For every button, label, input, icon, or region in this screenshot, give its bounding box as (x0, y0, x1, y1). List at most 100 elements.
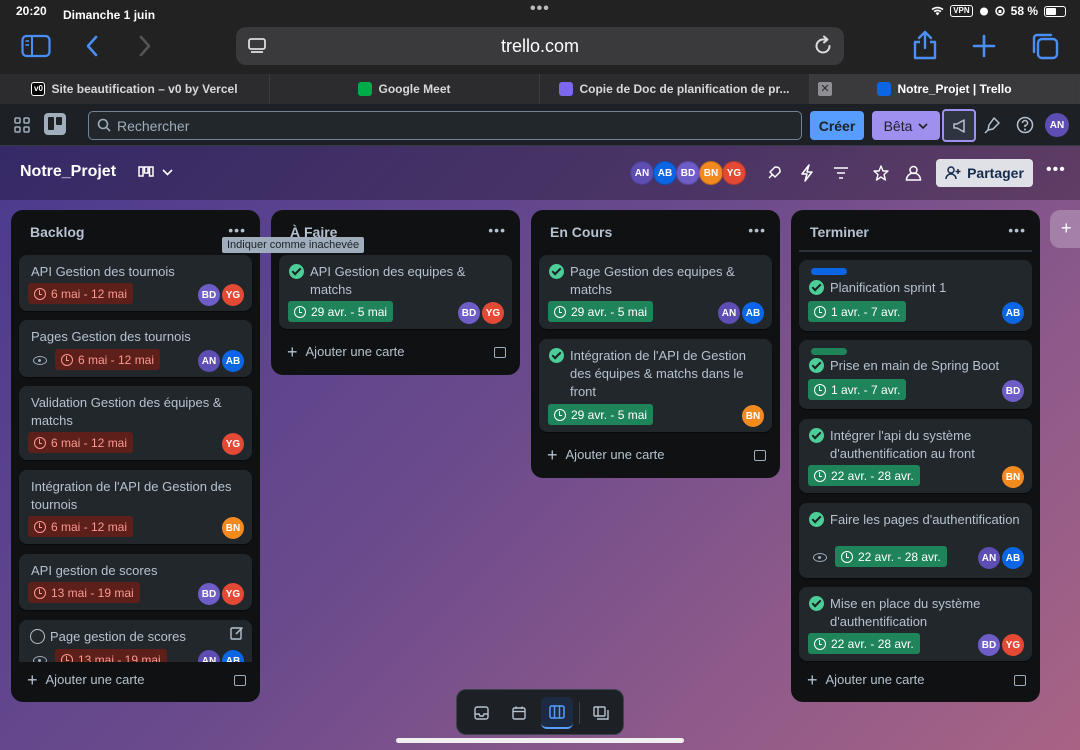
tab-overview-icon[interactable] (1031, 32, 1059, 60)
card[interactable]: API Gestion des equipes & matchs 29 avr.… (279, 255, 512, 329)
due-date-badge[interactable]: 6 mai - 12 mai (28, 516, 134, 537)
member-avatar[interactable]: BD (198, 284, 220, 306)
inbox-button[interactable] (465, 697, 497, 729)
chevron-down-icon[interactable] (162, 169, 173, 176)
due-date-badge[interactable]: 22 avr. - 28 avr. (808, 465, 920, 486)
member-avatar[interactable]: AB (742, 302, 764, 324)
complete-check-icon[interactable] (289, 264, 304, 279)
member-avatar[interactable]: BD (1002, 380, 1024, 402)
card[interactable]: Page Gestion des equipes & matchs 29 avr… (539, 255, 772, 329)
more-icon[interactable]: ••• (1008, 222, 1026, 238)
switch-boards-button[interactable] (585, 697, 617, 729)
member-avatar[interactable]: AB (1002, 302, 1024, 324)
more-icon[interactable]: ••• (228, 222, 246, 238)
member-avatar[interactable]: AN (198, 350, 220, 372)
card[interactable]: Pages Gestion des tournois 6 mai - 12 ma… (19, 320, 252, 377)
member-avatar[interactable]: BN (1002, 466, 1024, 488)
board-view-icon[interactable] (138, 166, 154, 178)
member-avatar[interactable]: YG (1002, 634, 1024, 656)
visibility-icon[interactable] (905, 165, 922, 181)
power-up-icon[interactable] (766, 165, 782, 181)
complete-check-icon[interactable] (549, 264, 564, 279)
member-avatar[interactable]: BN (222, 517, 244, 539)
complete-check-icon[interactable] (809, 358, 824, 373)
due-date-badge[interactable]: 29 avr. - 5 mai (548, 404, 654, 425)
member-avatar[interactable]: BN (742, 405, 764, 427)
multitasking-dots[interactable]: ••• (530, 0, 550, 18)
board-members[interactable]: AN AB BD BN YG (630, 161, 746, 185)
card[interactable]: Intégration de l'API de Gestion des tour… (19, 470, 252, 544)
planner-button[interactable] (503, 697, 535, 729)
due-date-badge[interactable]: 13 mai - 19 mai (28, 582, 140, 603)
member-avatar[interactable]: YG (222, 433, 244, 455)
card[interactable]: Intégration de l'API de Gestion des équi… (539, 339, 772, 432)
list-title[interactable]: En Cours (550, 224, 612, 240)
card[interactable]: Intégrer l'api du système d'authentifica… (799, 419, 1032, 493)
member-avatar[interactable]: YG (222, 583, 244, 605)
tab-trello[interactable]: Notre_Projet | Trello (810, 74, 1080, 104)
member-avatar[interactable]: BD (458, 302, 480, 324)
member-avatar[interactable]: AN (198, 650, 220, 662)
card[interactable]: Planification sprint 1 1 avr. - 7 avr. A… (799, 260, 1032, 331)
sidebar-icon[interactable] (21, 34, 51, 58)
tab-doc[interactable]: Copie de Doc de planification de pr... (540, 74, 810, 104)
edit-icon[interactable] (230, 626, 244, 640)
automation-icon[interactable] (801, 164, 813, 182)
list-title[interactable]: Terminer (810, 224, 869, 240)
due-date-badge[interactable]: 6 mai - 12 mai (28, 283, 134, 304)
card[interactable]: Page gestion de scores 13 mai - 19 mai A… (19, 620, 252, 662)
card[interactable]: API gestion de scores 13 mai - 19 mai BD… (19, 554, 252, 610)
card[interactable]: Mise en place du système d'authentificat… (799, 587, 1032, 661)
due-date-badge[interactable]: 29 avr. - 5 mai (548, 301, 654, 322)
due-date-badge[interactable]: 13 mai - 19 mai (55, 649, 167, 662)
member-avatar[interactable]: AN (630, 161, 654, 185)
member-avatar[interactable]: AB (222, 650, 244, 662)
member-avatar[interactable]: AN (978, 547, 1000, 569)
complete-check-icon[interactable] (809, 596, 824, 611)
template-icon[interactable] (1014, 675, 1026, 686)
list-title[interactable]: Backlog (30, 224, 84, 240)
card-label[interactable] (811, 268, 847, 275)
address-bar[interactable]: trello.com (236, 27, 844, 65)
template-icon[interactable] (494, 347, 506, 358)
due-date-badge[interactable]: 1 avr. - 7 avr. (808, 301, 907, 322)
apps-icon[interactable] (14, 117, 30, 133)
template-icon[interactable] (234, 675, 246, 686)
help-icon[interactable] (1016, 116, 1034, 134)
member-avatar[interactable]: BN (699, 161, 723, 185)
card[interactable]: API Gestion des tournois 6 mai - 12 mai … (19, 255, 252, 311)
add-card-button[interactable]: + Ajouter une carte (807, 671, 925, 689)
due-date-badge[interactable]: 6 mai - 12 mai (28, 432, 134, 453)
back-icon[interactable] (84, 34, 100, 58)
member-avatar[interactable]: BD (676, 161, 700, 185)
filter-icon[interactable] (834, 167, 848, 179)
more-icon[interactable]: ••• (488, 222, 506, 238)
due-date-badge[interactable]: 22 avr. - 28 avr. (808, 633, 920, 654)
trello-logo-icon[interactable] (44, 113, 66, 135)
megaphone-button[interactable] (942, 109, 976, 142)
due-date-badge[interactable]: 1 avr. - 7 avr. (808, 379, 907, 400)
board-button[interactable] (541, 697, 573, 729)
bell-icon[interactable] (984, 117, 1000, 134)
member-avatar[interactable]: AN (718, 302, 740, 324)
member-avatar[interactable]: YG (222, 284, 244, 306)
more-icon[interactable]: ••• (748, 222, 766, 238)
complete-check-icon[interactable] (809, 428, 824, 443)
template-icon[interactable] (754, 450, 766, 461)
create-button[interactable]: Créer (810, 111, 864, 140)
user-avatar[interactable]: AN (1045, 113, 1069, 137)
card[interactable]: Prise en main de Spring Boot 1 avr. - 7 … (799, 340, 1032, 409)
member-avatar[interactable]: YG (722, 161, 746, 185)
member-avatar[interactable]: BD (978, 634, 1000, 656)
search-input[interactable]: Rechercher (88, 111, 802, 140)
board-title[interactable]: Notre_Projet (20, 163, 116, 181)
more-icon[interactable]: ••• (1046, 161, 1066, 179)
card[interactable]: Validation Gestion des équipes & matchs … (19, 386, 252, 460)
star-icon[interactable] (873, 165, 889, 181)
add-card-button[interactable]: + Ajouter une carte (547, 446, 665, 464)
card[interactable]: Faire les pages d'authentification 22 av… (799, 503, 1032, 578)
forward-icon[interactable] (137, 34, 153, 58)
add-card-button[interactable]: + Ajouter une carte (27, 671, 145, 689)
complete-check-icon[interactable] (809, 280, 824, 295)
add-card-button[interactable]: + Ajouter une carte (287, 343, 405, 361)
